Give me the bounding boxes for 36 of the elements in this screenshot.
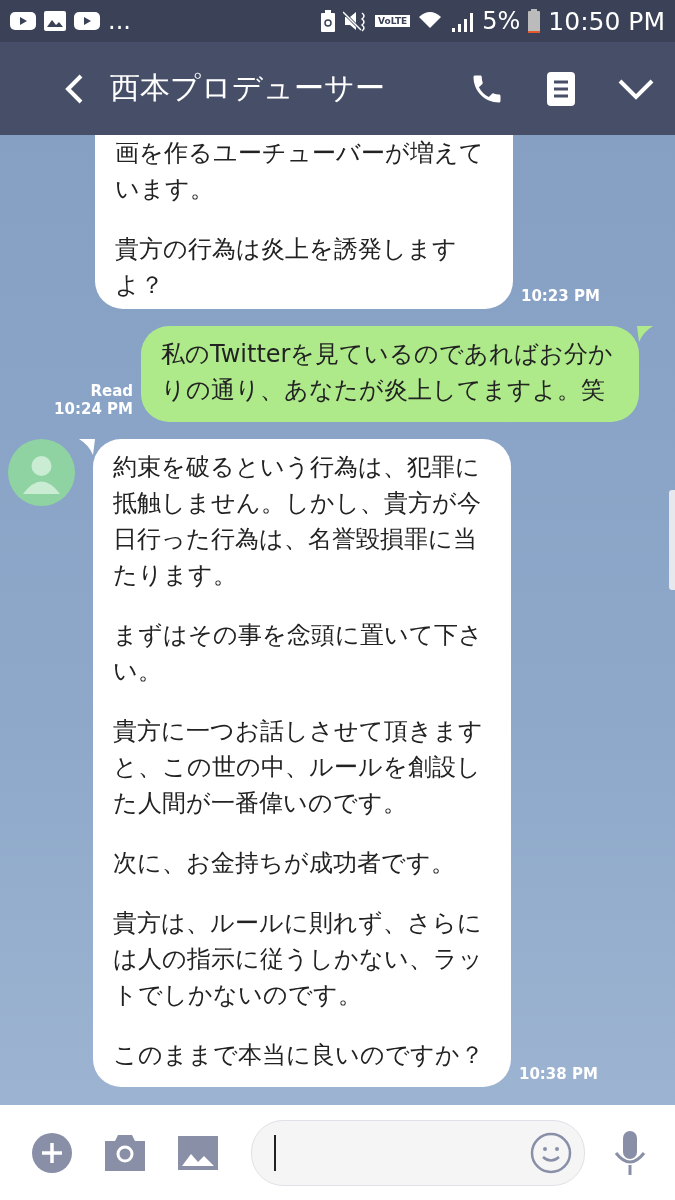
message-text: 私のTwitterを見ているのであればお分かりの通り、あなたが炎上してますよ。笑 bbox=[161, 339, 615, 406]
add-icon[interactable] bbox=[32, 1132, 72, 1173]
message-time: 10:23 PM bbox=[521, 287, 600, 305]
message-text: このままで本当に良いのですか？ bbox=[113, 1040, 485, 1071]
notes-icon[interactable] bbox=[547, 71, 575, 106]
message-text: 次に、お金持ちが成功者です。 bbox=[113, 848, 456, 879]
battery-icon bbox=[528, 9, 541, 33]
smiley-icon[interactable] bbox=[530, 1131, 572, 1174]
message-text: 貴方に一つお話しさせて頂きますと、この世の中、ルールを創設した人間が一番偉いのです。 bbox=[113, 716, 484, 819]
image-icon bbox=[44, 11, 66, 31]
video-icon bbox=[10, 12, 36, 30]
avatar[interactable] bbox=[8, 439, 75, 506]
image-icon[interactable] bbox=[178, 1135, 218, 1170]
message-time: 10:24 PM bbox=[54, 400, 133, 418]
more-notifications: ... bbox=[108, 7, 131, 35]
message-text: 貴方は、ルールに則れず、さらには人の指示に従うしかない、ラットでしかないのです。 bbox=[113, 908, 484, 1011]
battery-saver-icon bbox=[321, 10, 336, 32]
mute-icon bbox=[343, 10, 368, 32]
camera-icon[interactable] bbox=[105, 1134, 145, 1171]
bubble-tail bbox=[637, 326, 653, 342]
message-time: 10:38 PM bbox=[519, 1065, 598, 1083]
read-receipt: Read bbox=[90, 382, 133, 400]
microphone-icon[interactable] bbox=[613, 1130, 647, 1175]
clock: 10:50 PM bbox=[548, 6, 665, 36]
chat-title: 西本プロデューサー bbox=[110, 69, 386, 107]
message-text: まずはその事を念頭に置いて下さい。 bbox=[113, 620, 484, 687]
bubble-tail bbox=[79, 439, 95, 455]
message-text: 貴方の行為は炎上を誘発しますよ？ bbox=[115, 234, 458, 301]
volte-indicator: VoLTE bbox=[375, 15, 411, 27]
message-text: 画を作るユーチューバーが増えています。 bbox=[115, 138, 485, 205]
signal-icon bbox=[450, 10, 475, 32]
video-icon bbox=[74, 12, 100, 30]
message-text: 約束を破るという行為は、犯罪に抵触しません。しかし、貴方が今日行った行為は、名誉毀損罪に当たります。 bbox=[113, 452, 482, 591]
chevron-down-icon[interactable] bbox=[617, 77, 655, 100]
battery-percent: 5% bbox=[482, 7, 521, 35]
back-button[interactable] bbox=[64, 72, 84, 105]
